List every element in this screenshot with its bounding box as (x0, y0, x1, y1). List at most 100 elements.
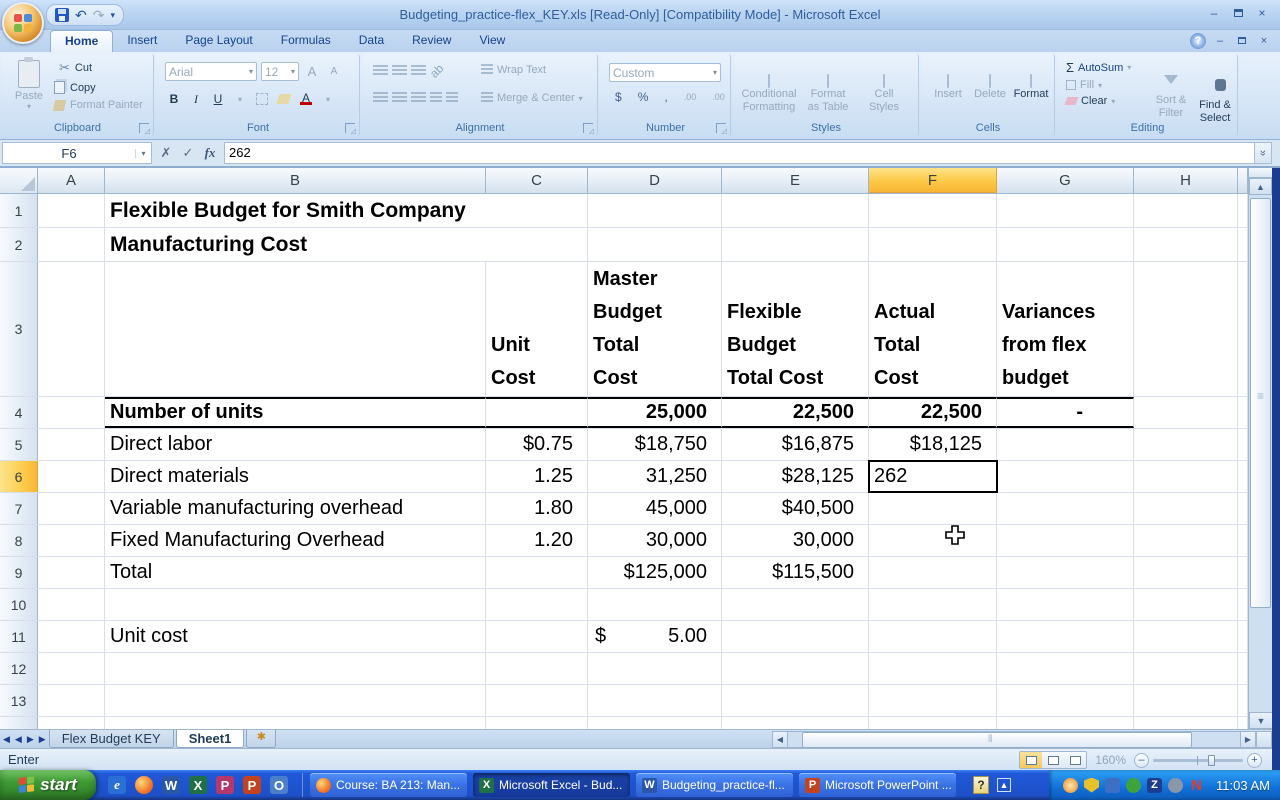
cell-e5[interactable]: $16,875 (722, 429, 869, 460)
increase-indent-icon[interactable] (446, 92, 458, 104)
column-header-b[interactable]: B (105, 168, 486, 193)
cell-h8[interactable] (1134, 525, 1238, 556)
tab-view[interactable]: View (465, 30, 519, 52)
internet-explorer-icon[interactable]: e (108, 776, 126, 794)
cell-c11[interactable] (486, 621, 588, 652)
cell-a4[interactable] (38, 397, 105, 428)
cell-d6[interactable]: 31,250 (588, 461, 722, 492)
row-header-8[interactable]: 8 (0, 525, 38, 556)
cell-h12[interactable] (1134, 653, 1238, 684)
italic-button[interactable]: I (187, 90, 205, 108)
cell-c8[interactable]: 1.20 (486, 525, 588, 556)
workbook-close-icon[interactable]: × (1256, 35, 1272, 47)
first-sheet-icon[interactable]: ◀ (3, 734, 10, 745)
cell-f5[interactable]: $18,125 (869, 429, 997, 460)
cell-f13[interactable] (869, 685, 997, 716)
cell-e12[interactable] (722, 653, 869, 684)
cell-b4[interactable]: Number of units (105, 397, 486, 428)
align-right-icon[interactable] (411, 92, 426, 104)
cell-g12[interactable] (997, 653, 1134, 684)
cell-styles-button[interactable]: Cell Styles (858, 62, 910, 114)
tray-misc-icon[interactable] (1168, 778, 1183, 793)
cell-h10[interactable] (1134, 589, 1238, 620)
normal-view-icon[interactable] (1020, 752, 1042, 768)
align-left-icon[interactable] (373, 92, 388, 104)
comma-style-button[interactable]: , (658, 90, 673, 104)
cell-c4[interactable] (486, 397, 588, 428)
cell-b2[interactable]: Manufacturing Cost (105, 228, 588, 261)
cell-f11[interactable] (869, 621, 997, 652)
tab-review[interactable]: Review (398, 30, 465, 52)
cell-e8[interactable]: 30,000 (722, 525, 869, 556)
column-header-f[interactable]: F (869, 168, 997, 193)
underline-dropdown-icon[interactable]: ▾ (231, 90, 249, 108)
cell-e6[interactable]: $28,125 (722, 461, 869, 492)
cell-e7[interactable]: $40,500 (722, 493, 869, 524)
format-cells-button[interactable]: Format (1010, 62, 1052, 101)
cancel-icon[interactable]: ✗ (156, 145, 176, 161)
tab-home[interactable]: Home (50, 30, 113, 52)
font-name-combo[interactable]: Arial ▾ (165, 62, 257, 81)
select-all-corner[interactable] (0, 168, 38, 193)
cell-b13[interactable] (105, 685, 486, 716)
align-middle-icon[interactable] (392, 65, 407, 77)
cell-d13[interactable] (588, 685, 722, 716)
name-box[interactable]: F6 ▾ (2, 142, 152, 164)
cell-d2[interactable] (588, 228, 722, 261)
cell-d10[interactable] (588, 589, 722, 620)
vertical-scrollbar[interactable]: ▲ ▼ (1248, 168, 1272, 729)
insert-function-icon[interactable]: fx (200, 145, 220, 161)
prev-sheet-icon[interactable]: ◀ (15, 734, 22, 745)
cell-d11[interactable]: $ 5.00 (588, 621, 722, 652)
cell-h7[interactable] (1134, 493, 1238, 524)
fill-color-icon[interactable] (275, 90, 293, 108)
scroll-down-icon[interactable]: ▼ (1249, 712, 1273, 729)
cell-d4[interactable]: 25,000 (588, 397, 722, 428)
cell-e11[interactable] (722, 621, 869, 652)
workbook-minimize-icon[interactable]: – (1212, 35, 1228, 47)
borders-icon[interactable] (253, 90, 271, 108)
taskbar-button-powerpoint[interactable]: P Microsoft PowerPoint ... (799, 773, 956, 797)
tray-antivirus-icon[interactable] (1126, 778, 1141, 793)
row-header-9[interactable]: 9 (0, 557, 38, 588)
cell-e13[interactable] (722, 685, 869, 716)
cell-a12[interactable] (38, 653, 105, 684)
align-top-icon[interactable] (373, 65, 388, 77)
row-header-12[interactable]: 12 (0, 653, 38, 684)
cut-button[interactable]: ↶ ✂ Cut (54, 60, 143, 76)
help-tip-icon[interactable]: ? (973, 776, 989, 794)
column-header-g[interactable]: G (997, 168, 1134, 193)
tray-tools-icon[interactable] (1105, 778, 1120, 793)
orientation-icon[interactable]: ab (427, 61, 446, 80)
active-cell-editor[interactable]: 262 (868, 460, 998, 493)
cell-g5[interactable] (997, 429, 1134, 460)
cell-c9[interactable] (486, 557, 588, 588)
paste-dropdown-icon[interactable]: ▾ (10, 102, 48, 111)
sheet-tab-sheet1[interactable]: Sheet1 (176, 730, 245, 748)
cell-f7[interactable] (869, 493, 997, 524)
grow-font-icon[interactable]: A (303, 63, 321, 81)
cell-b7[interactable]: Variable manufacturing overhead (105, 493, 486, 524)
outlook-icon[interactable]: O (270, 776, 288, 794)
wrap-text-button[interactable]: Wrap Text (497, 64, 546, 76)
cell-a8[interactable] (38, 525, 105, 556)
next-sheet-icon[interactable]: ▶ (27, 734, 34, 745)
taskbar-button-firefox-course[interactable]: Course: BA 213: Man... (310, 773, 467, 797)
restore-arrows-icon[interactable]: ▲ (997, 778, 1011, 792)
sort-filter-button[interactable]: Sort & Filter (1150, 62, 1192, 120)
tray-nod32-icon[interactable]: N (1189, 778, 1204, 793)
cell-d9[interactable]: $125,000 (588, 557, 722, 588)
alignment-dialog-launcher[interactable] (583, 123, 593, 133)
tab-formulas[interactable]: Formulas (267, 30, 345, 52)
vertical-scroll-thumb[interactable] (1250, 198, 1271, 608)
clear-button[interactable]: Clear ▾ (1066, 95, 1131, 107)
cell-h1[interactable] (1134, 194, 1238, 227)
row-header-1[interactable]: 1 (0, 194, 38, 227)
zoom-in-icon[interactable]: + (1247, 753, 1262, 768)
cell-b3[interactable] (105, 262, 486, 396)
cell-f9[interactable] (869, 557, 997, 588)
cell-a13[interactable] (38, 685, 105, 716)
cell-h3[interactable] (1134, 262, 1238, 396)
row-header-13[interactable]: 13 (0, 685, 38, 716)
row-header-6[interactable]: 6 (0, 461, 38, 492)
